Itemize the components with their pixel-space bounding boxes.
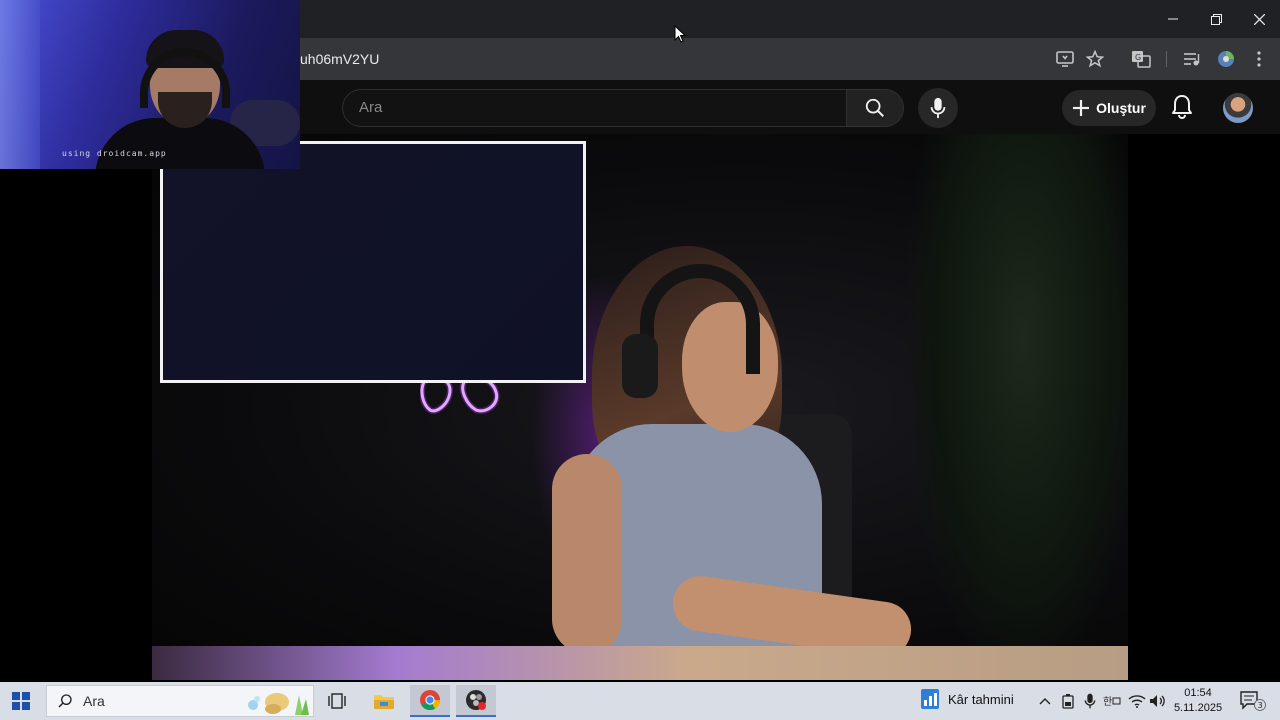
headphones <box>640 264 760 374</box>
bell-icon <box>1172 95 1192 119</box>
weather-widget[interactable]: Kâr tahmini <box>920 688 1014 710</box>
task-view-icon <box>328 693 346 709</box>
translate-icon[interactable]: G <box>1130 48 1152 70</box>
taskbar-search-input[interactable]: Ara <box>46 685 314 717</box>
chrome-icon <box>420 690 441 711</box>
task-view-button[interactable] <box>317 685 357 717</box>
search-placeholder: Ara <box>359 99 383 116</box>
keyboard-icon: 한 <box>1103 696 1121 708</box>
svg-text:한: 한 <box>1103 696 1112 708</box>
minimize-icon <box>1168 18 1178 20</box>
volume-icon <box>1150 695 1165 707</box>
input-method-tray[interactable]: 한 <box>1102 691 1122 711</box>
notifications-button[interactable] <box>1170 94 1194 125</box>
more-menu-icon[interactable] <box>1248 48 1270 70</box>
plus-icon <box>1073 100 1090 116</box>
notification-icon: 3 <box>1240 691 1266 711</box>
windows-logo-icon <box>12 692 30 710</box>
obs-icon <box>466 690 486 710</box>
minimize-button[interactable] <box>1151 0 1195 38</box>
restore-icon <box>1210 13 1222 25</box>
mouse-cursor-icon <box>674 25 686 43</box>
toolbar-divider <box>1166 51 1167 67</box>
voice-search-button[interactable] <box>918 88 958 128</box>
notification-count: 3 <box>1258 701 1263 710</box>
create-label: Oluştur <box>1096 100 1146 116</box>
headphone-earcup <box>622 334 658 398</box>
start-button[interactable] <box>12 692 30 715</box>
stream-overlay-frame <box>160 141 586 383</box>
background-plant <box>908 134 1128 664</box>
extensions-icon[interactable] <box>1215 48 1237 70</box>
webcam-overlay: using droidcam.app <box>0 0 300 169</box>
obs-taskbar-button[interactable] <box>456 685 496 717</box>
mic-icon <box>1084 693 1096 709</box>
clock-time: 01:54 <box>1184 687 1212 699</box>
taskbar-clock[interactable]: 01:54 5.11.2025 <box>1170 686 1226 716</box>
volume-tray[interactable] <box>1148 691 1168 711</box>
search-icon <box>58 694 72 708</box>
search-highlight-illustration <box>248 693 309 715</box>
notification-center-button[interactable]: 3 <box>1240 691 1266 716</box>
search-input[interactable]: Ara <box>342 89 847 127</box>
install-app-icon[interactable] <box>1054 48 1076 70</box>
file-explorer-button[interactable] <box>364 685 404 717</box>
webcam-watermark: using droidcam.app <box>62 149 167 158</box>
search-icon <box>865 98 884 117</box>
desk <box>152 646 1128 680</box>
search-button[interactable] <box>846 89 904 127</box>
person-arm <box>552 454 622 654</box>
taskbar-search-placeholder: Ara <box>83 693 105 709</box>
bookmark-star-icon[interactable] <box>1084 48 1106 70</box>
file-explorer-icon <box>374 695 394 709</box>
close-icon <box>1253 13 1265 25</box>
wifi-icon <box>1128 695 1146 708</box>
weather-label: Kâr tahmini <box>948 691 1014 707</box>
create-button[interactable]: Oluştur <box>1062 90 1156 126</box>
mic-icon <box>930 97 946 119</box>
chevron-up-icon <box>1039 698 1051 705</box>
microphone-tray[interactable] <box>1080 691 1100 711</box>
windows-taskbar: Ara Kâr tahmini 한 01:54 5.11.2025 3 <box>0 682 1280 720</box>
show-hidden-icons-button[interactable] <box>1035 691 1055 711</box>
chart-widget-icon <box>921 689 939 709</box>
media-controls-icon[interactable] <box>1181 48 1203 70</box>
webcam-light <box>0 0 40 169</box>
clock-date: 5.11.2025 <box>1173 702 1223 714</box>
battery-icon <box>1062 694 1074 709</box>
url-field[interactable]: uh06mV2YU <box>300 51 379 67</box>
restore-button[interactable] <box>1194 0 1238 38</box>
chrome-taskbar-button[interactable] <box>410 685 450 717</box>
account-avatar[interactable] <box>1223 93 1253 123</box>
network-tray[interactable] <box>1127 691 1147 711</box>
battery-tray[interactable] <box>1058 691 1078 711</box>
close-window-button[interactable] <box>1237 0 1280 38</box>
svg-text:G: G <box>1135 53 1141 62</box>
